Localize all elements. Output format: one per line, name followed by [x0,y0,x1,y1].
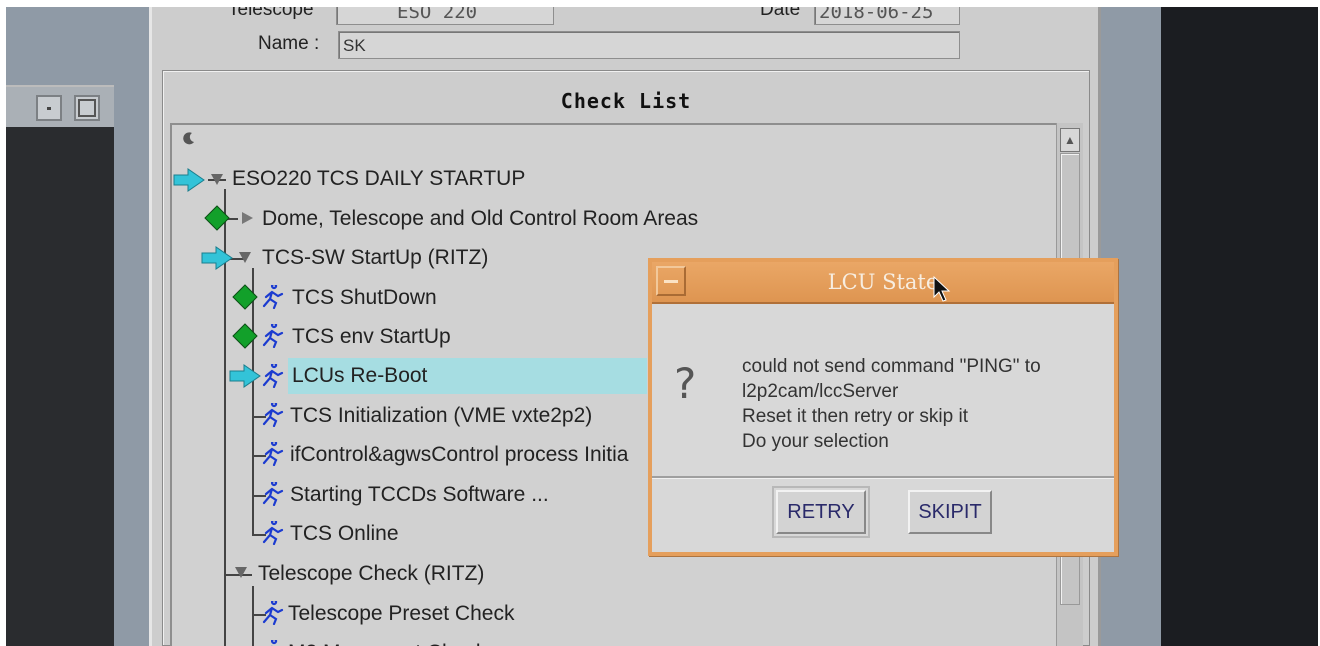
maximize-icon [78,99,96,117]
tree-item-telescope-check[interactable]: Telescope Check (RITZ) [258,556,484,592]
runner-icon [262,442,284,466]
runner-icon [262,601,284,625]
runner-icon [262,324,284,348]
runner-icon [262,403,284,427]
green-diamond-icon [232,323,258,349]
minimize-icon [47,107,51,110]
tree-item-tcs-sw-startup[interactable]: TCS-SW StartUp (RITZ) [262,240,488,276]
runner-icon [262,285,284,309]
mouse-cursor-icon [933,275,951,302]
cyan-arrow-icon [229,364,261,388]
background-window-titlebar[interactable] [6,87,114,127]
dialog-message-line: Reset it then retry or skip it [742,406,968,427]
tree-item-tcs-shutdown[interactable]: TCS ShutDown [292,280,437,316]
dialog-message-line: could not send command "PING" to [742,356,1041,377]
dialog-message-line: l2p2cam/lccServer [742,381,899,402]
tree-item-starting-tccds-software[interactable]: Starting TCCDs Software ... [290,477,549,513]
moon-icon [183,132,194,145]
tree-item-tcs-online[interactable]: TCS Online [290,516,399,552]
name-field[interactable]: SK [338,31,960,59]
background-window[interactable] [6,85,114,646]
tree-item-ifcontrol-agwscontrol[interactable]: ifControl&agwsControl process Initia [290,437,628,473]
triangle-down-icon[interactable] [234,565,248,579]
tree-item-telescope-preset-check[interactable]: Telescope Preset Check [288,596,514,632]
lcu-state-dialog: LCU State ? could not send command "PING… [648,258,1118,556]
runner-icon [262,521,284,545]
dialog-message-line: Do your selection [742,431,889,452]
triangle-right-icon[interactable] [240,211,254,225]
minimize-button[interactable] [36,95,62,121]
triangle-down-icon[interactable] [238,250,252,264]
name-label: Name : [258,33,320,54]
date-field[interactable]: 2018-06-25 [814,7,960,25]
tree-item-lcus-re-boot[interactable]: LCUs Re-Boot [288,358,648,394]
runner-icon [262,482,284,506]
runner-icon [270,640,278,646]
dialog-body: ? could not send command "PING" to l2p2c… [652,304,1114,474]
cyan-arrow-icon [173,168,205,192]
green-diamond-icon [204,205,230,231]
date-label: Date [760,7,801,20]
tree-item-tcs-initialization[interactable]: TCS Initialization (VME vxte2p2) [290,398,592,434]
retry-button[interactable]: RETRY [772,486,870,538]
green-diamond-icon [232,284,258,310]
cyan-arrow-icon [201,246,233,270]
tree-line [252,586,254,646]
tree-item-tcs-env-startup[interactable]: TCS env StartUp [292,319,451,355]
dialog-separator [652,476,1114,479]
screen: Telescope ESO 220 Date 2018-06-25 Name :… [0,0,1320,646]
dialog-title: LCU State [827,270,939,294]
checklist-title: Check List [560,89,692,113]
tree-item-m2-movement-check[interactable]: M2 Movement Check [288,635,486,646]
telescope-label: Telescope [228,7,314,20]
maximize-button[interactable] [74,95,100,121]
runner-icon [262,364,284,388]
dialog-titlebar[interactable]: LCU State [652,262,1114,304]
question-icon: ? [674,359,697,408]
triangle-down-icon[interactable] [210,172,224,186]
tree-item-dome-telescope-old-control-room[interactable]: Dome, Telescope and Old Control Room Are… [262,201,698,237]
tree-item-eso220-tcs-daily-startup[interactable]: ESO220 TCS DAILY STARTUP [232,161,525,197]
telescope-field[interactable]: ESO 220 [336,7,554,25]
scroll-up-button[interactable]: ▲ [1060,128,1080,152]
skipit-button[interactable]: SKIPIT [908,490,992,534]
